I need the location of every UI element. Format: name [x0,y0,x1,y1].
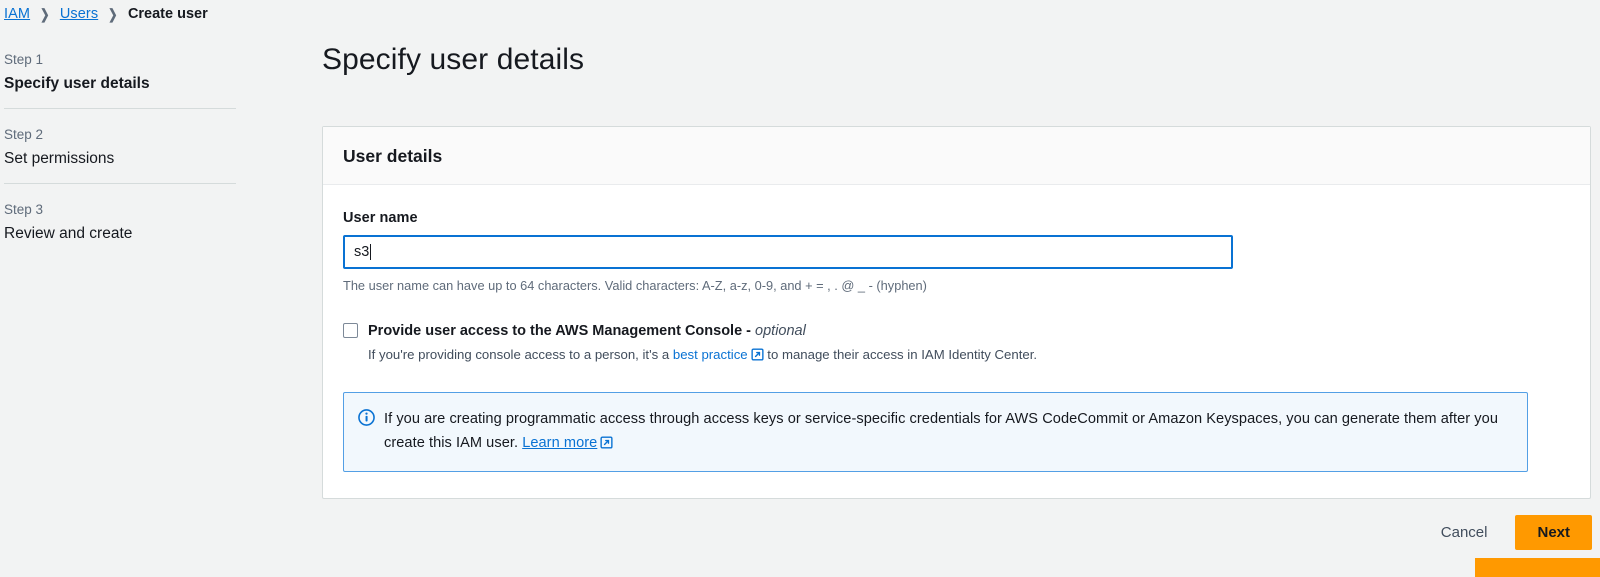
breadcrumb-item-users[interactable]: Users [60,6,98,22]
next-button-overflow-sliver[interactable] [1475,558,1600,577]
breadcrumb-separator-icon: ❯ [40,6,49,23]
wizard-step-1-kicker: Step 1 [4,50,236,70]
card-header-title: User details [343,145,1570,167]
console-access-label-main: Provide user access to the AWS Managemen… [368,323,755,339]
wizard-step-1[interactable]: Step 1 Specify user details [4,44,236,108]
console-access-description: If you're providing console access to a … [368,345,1037,366]
console-access-checkbox[interactable] [343,323,358,338]
breadcrumb-separator-icon: ❯ [108,6,117,23]
wizard-steps-navigation: Step 1 Specify user details Step 2 Set p… [4,44,236,258]
breadcrumb-item-create-user: Create user [128,6,208,22]
card-body: User name s3 The user name can have up t… [323,185,1590,498]
external-link-icon [600,433,613,457]
console-access-label: Provide user access to the AWS Managemen… [368,321,1037,341]
wizard-step-2-kicker: Step 2 [4,125,236,145]
breadcrumb: IAM ❯ Users ❯ Create user [4,4,208,24]
info-alert-text: If you are creating programmatic access … [384,407,1511,457]
external-link-icon [751,347,764,366]
learn-more-link[interactable]: Learn more [522,435,597,451]
wizard-actions: Cancel Next [1429,515,1592,550]
cancel-button[interactable]: Cancel [1429,518,1500,547]
wizard-step-3-title: Review and create [4,223,236,244]
info-circle-icon [358,409,374,431]
user-name-label: User name [343,208,1570,228]
wizard-step-2[interactable]: Step 2 Set permissions [4,109,236,183]
wizard-step-2-title: Set permissions [4,148,236,169]
user-name-input-value: s3 [354,242,369,262]
wizard-step-3[interactable]: Step 3 Review and create [4,184,236,258]
breadcrumb-item-iam[interactable]: IAM [4,6,30,22]
iam-create-user-page: IAM ❯ Users ❯ Create user Step 1 Specify… [0,0,1600,577]
main-content: Specify user details [320,40,1592,125]
wizard-step-3-kicker: Step 3 [4,200,236,220]
user-name-form-field: User name s3 The user name can have up t… [343,208,1570,295]
console-access-desc-after: to manage their access in IAM Identity C… [764,347,1037,362]
text-cursor [370,244,371,260]
best-practice-link[interactable]: best practice [673,347,748,362]
console-access-label-optional: optional [755,323,806,339]
wizard-step-1-title: Specify user details [4,73,236,94]
card-header: User details [323,127,1590,185]
next-button[interactable]: Next [1515,515,1592,550]
user-details-card: User details User name s3 The user name … [322,126,1591,499]
console-access-row[interactable]: Provide user access to the AWS Managemen… [343,321,1570,366]
console-access-desc-before: If you're providing console access to a … [368,347,673,362]
user-name-help-text: The user name can have up to 64 characte… [343,277,1570,295]
page-title: Specify user details [322,40,1592,80]
console-access-texts: Provide user access to the AWS Managemen… [368,321,1037,366]
user-name-input[interactable]: s3 [343,235,1233,269]
info-alert: If you are creating programmatic access … [343,392,1528,472]
